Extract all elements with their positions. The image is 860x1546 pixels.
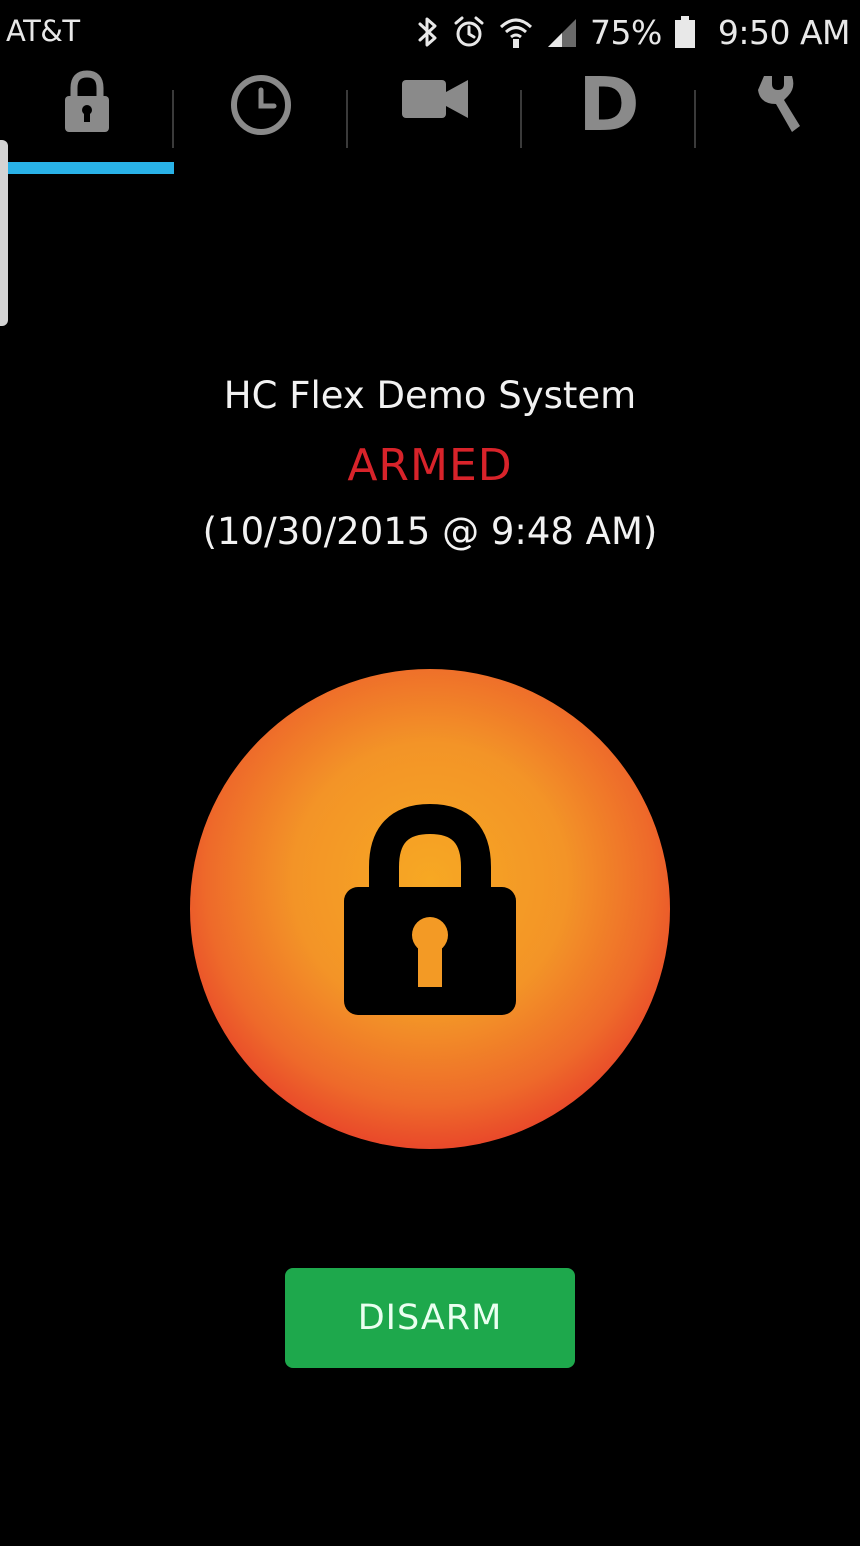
status-bar: AT&T 75% 9:50 AM — [0, 0, 860, 62]
video-camera-icon — [402, 80, 468, 118]
tab-security[interactable] — [0, 62, 174, 172]
tab-dealer[interactable]: D — [522, 62, 696, 172]
arm-state-label: ARMED — [347, 440, 513, 491]
d-logo-label: D — [578, 70, 639, 136]
disarm-button[interactable]: DISARM — [285, 1268, 575, 1368]
side-panel-handle[interactable] — [0, 140, 8, 326]
tab-video[interactable] — [348, 62, 522, 172]
alarm-icon — [454, 16, 484, 47]
tab-schedule[interactable] — [174, 62, 348, 172]
padlock-icon — [344, 803, 516, 1015]
status-icons: 75% 9:50 AM — [416, 10, 851, 54]
clock-icon — [231, 75, 291, 135]
tab-settings[interactable] — [696, 62, 860, 172]
armed-lock-button[interactable] — [190, 669, 670, 1149]
wifi-icon — [499, 18, 533, 48]
d-logo-icon: D — [578, 70, 639, 136]
signal-icon — [547, 19, 576, 47]
system-name: HC Flex Demo System — [223, 374, 637, 417]
battery-icon — [674, 16, 695, 48]
bluetooth-icon — [418, 17, 437, 47]
tab-bar: D — [0, 62, 860, 172]
wrench-icon — [758, 76, 800, 132]
carrier-name: AT&T — [6, 14, 80, 48]
arm-timestamp: (10/30/2015 @ 9:48 AM) — [202, 510, 658, 553]
battery-percentage: 75% — [589, 12, 662, 52]
lock-icon — [65, 70, 109, 132]
status-clock: 9:50 AM — [717, 12, 851, 52]
selected-tab-indicator — [8, 162, 174, 174]
